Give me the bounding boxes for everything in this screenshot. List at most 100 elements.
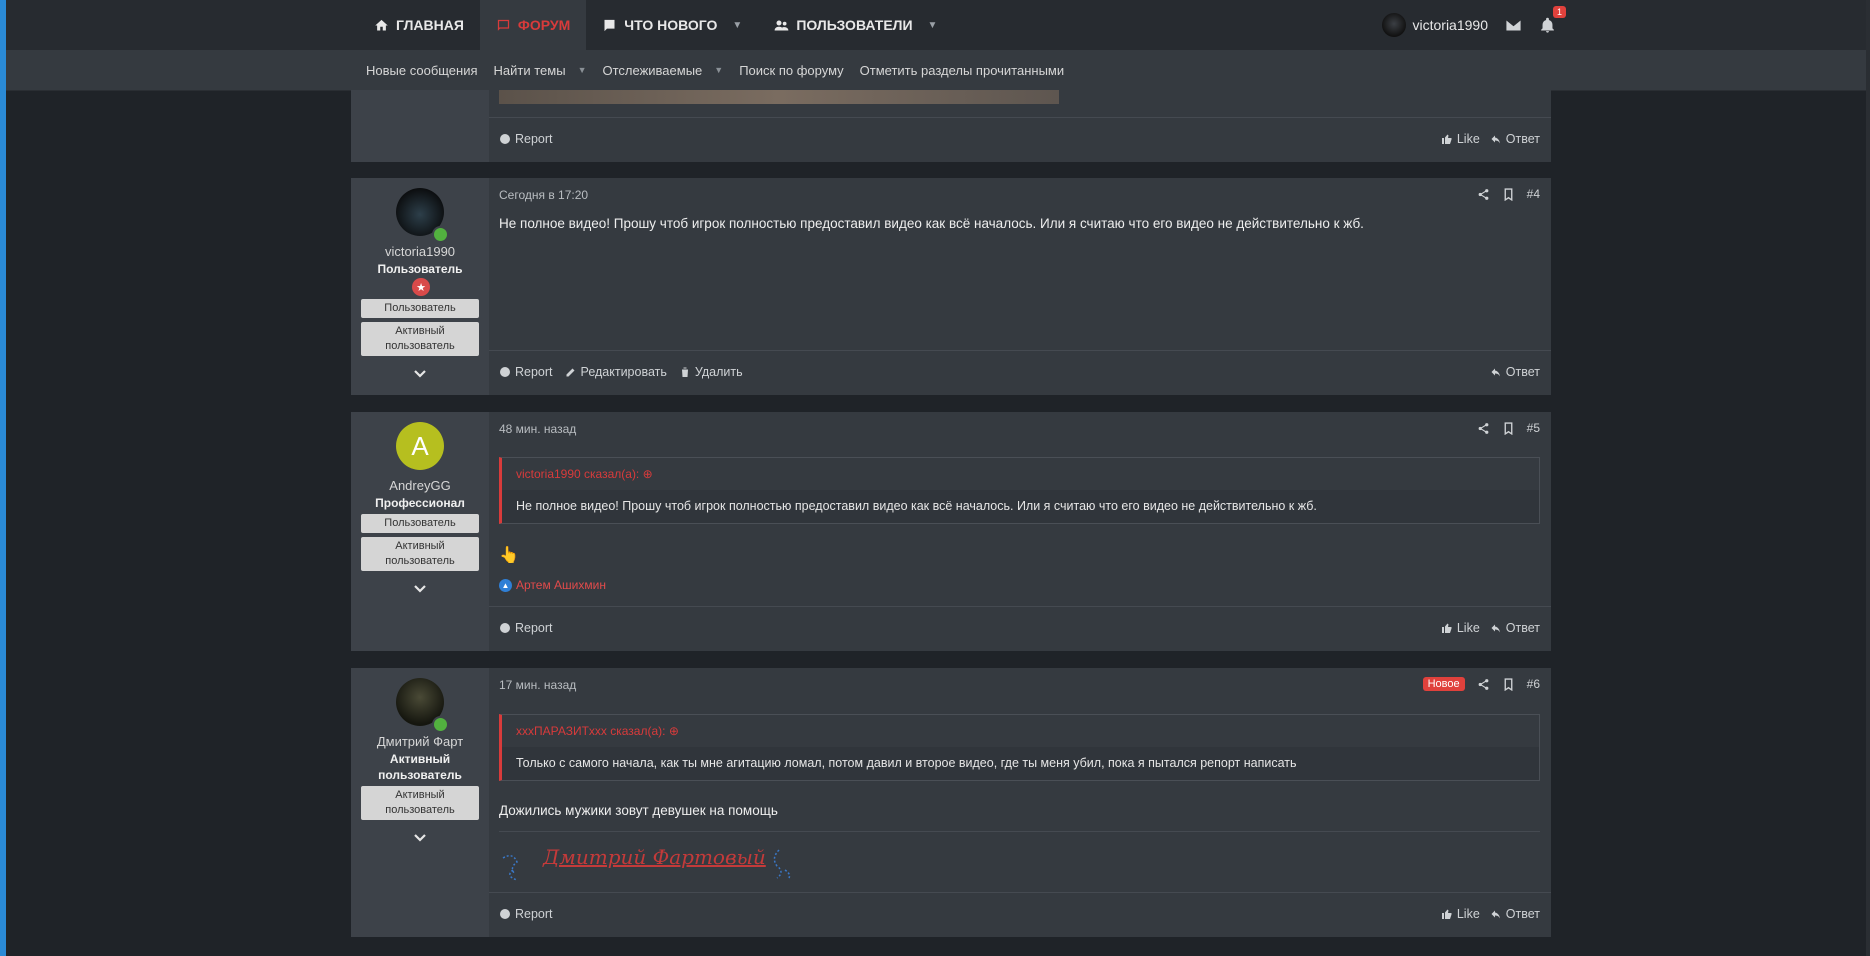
new-badge: Новое: [1422, 677, 1465, 691]
arrow-up-icon[interactable]: ⊕: [669, 724, 679, 738]
report-button[interactable]: Report: [499, 907, 553, 921]
share-icon[interactable]: [1477, 422, 1490, 435]
report-label: Report: [515, 365, 553, 379]
user-badge: Пользователь: [361, 299, 479, 318]
avatar[interactable]: A: [396, 422, 444, 470]
like-label: Like: [1456, 132, 1480, 146]
quote-author-label: victoria1990 сказал(а):: [516, 467, 640, 481]
like-button[interactable]: Like: [1441, 132, 1480, 146]
author-panel: Дмитрий Фарт Активный пользователь Актив…: [351, 668, 489, 937]
bookmark-icon[interactable]: [1502, 677, 1515, 691]
alert-icon: [500, 367, 510, 377]
reply-button[interactable]: Ответ: [1490, 621, 1540, 635]
tab-forum[interactable]: ФОРУМ: [479, 0, 587, 50]
window-edge: [0, 0, 6, 956]
subnav-new-posts[interactable]: Новые сообщения: [358, 63, 486, 78]
author-title: Пользователь: [377, 262, 463, 276]
scrollbar[interactable]: [1866, 0, 1870, 956]
chevron-down-icon[interactable]: ▼: [714, 65, 723, 75]
share-icon[interactable]: [1477, 678, 1490, 691]
alert-icon: [500, 909, 510, 919]
share-icon[interactable]: [1477, 188, 1490, 201]
avatar: [1381, 13, 1406, 37]
post-date[interactable]: 17 мин. назад: [499, 678, 576, 692]
user-badge: Пользователь: [361, 514, 479, 533]
news-icon: [604, 19, 615, 31]
subnav-mark-read[interactable]: Отметить разделы прочитанными: [852, 63, 1072, 78]
quote-author[interactable]: xxxПАРАЗИТxxx сказал(а): ⊕: [502, 715, 1539, 747]
reply-icon: [1491, 910, 1500, 919]
report-button[interactable]: Report: [499, 132, 553, 146]
quote-block: victoria1990 сказал(а): ⊕ Не полное виде…: [499, 457, 1540, 524]
subnav-label: Новые сообщения: [366, 62, 478, 78]
reply-button[interactable]: Ответ: [1490, 132, 1540, 146]
report-label: Report: [515, 132, 553, 146]
alerts-button[interactable]: 1: [1538, 6, 1566, 34]
reply-button[interactable]: Ответ: [1490, 907, 1540, 921]
post-text: Дожились мужики зовут девушек на помощь: [499, 803, 778, 818]
like-summary[interactable]: ▲ Артем Ашихмин: [499, 578, 606, 592]
user-badge: Активный пользователь: [361, 322, 479, 356]
signature-text: Дмитрий Фартовый: [542, 845, 766, 869]
reply-label: Ответ: [1505, 907, 1540, 921]
expand-icon[interactable]: [412, 365, 428, 381]
trash-icon: [681, 367, 688, 377]
post-5: A AndreyGG Профессионал Пользователь Акт…: [351, 412, 1551, 651]
author-title: Профессионал: [375, 496, 465, 510]
quote-author[interactable]: victoria1990 сказал(а): ⊕: [502, 458, 1539, 490]
bookmark-icon[interactable]: [1502, 187, 1515, 201]
post-number[interactable]: #5: [1527, 421, 1540, 435]
tab-users[interactable]: ПОЛЬЗОВАТЕЛИ ▼: [758, 0, 953, 50]
author-username[interactable]: Дмитрий Фарт: [351, 734, 489, 749]
reply-label: Ответ: [1505, 132, 1540, 146]
bookmark-icon[interactable]: [1502, 421, 1515, 435]
subnav-label: Отметить разделы прочитанными: [859, 62, 1065, 78]
post-date[interactable]: 48 мин. назад: [499, 422, 576, 436]
chevron-down-icon[interactable]: ▼: [732, 20, 742, 31]
report-label: Report: [515, 621, 553, 635]
expand-icon[interactable]: [412, 829, 428, 845]
expand-icon[interactable]: [412, 580, 428, 596]
edit-button[interactable]: Редактировать: [565, 365, 667, 379]
tab-whats-new[interactable]: ЧТО НОВОГО ▼: [586, 0, 758, 50]
attachment-thumbnail[interactable]: [499, 90, 1059, 104]
reply-button[interactable]: Ответ: [1490, 365, 1540, 379]
post-emoji: 👆: [499, 547, 519, 564]
signature-image: Дмитрий Фартовый: [502, 845, 791, 881]
tab-whats-new-label: ЧТО НОВОГО: [624, 17, 718, 33]
report-button[interactable]: Report: [499, 621, 553, 635]
like-button[interactable]: Like: [1441, 621, 1480, 635]
delete-button[interactable]: Удалить: [679, 365, 743, 379]
subnav-watched[interactable]: Отслеживаемые ▼: [594, 63, 731, 78]
post-number[interactable]: #6: [1527, 677, 1540, 691]
like-label: Like: [1456, 907, 1480, 921]
author-username[interactable]: victoria1990: [351, 244, 489, 259]
post-date[interactable]: Сегодня в 17:20: [499, 188, 588, 202]
home-icon: [375, 19, 388, 30]
quote-text: Не полное видео! Прошу чтоб игрок полнос…: [516, 499, 1317, 513]
arrow-up-icon[interactable]: ⊕: [643, 467, 653, 481]
tab-home-label: ГЛАВНАЯ: [396, 17, 464, 33]
subnav-label: Поиск по форуму: [739, 62, 844, 78]
forum-icon: [497, 19, 510, 31]
liked-by[interactable]: Артем Ашихмин: [516, 578, 606, 592]
like-button[interactable]: Like: [1441, 907, 1480, 921]
post-number[interactable]: #4: [1527, 187, 1540, 201]
inbox-button[interactable]: [1504, 16, 1522, 34]
account-menu[interactable]: victoria1990: [1381, 13, 1488, 37]
subnav-search[interactable]: Поиск по форуму: [731, 63, 851, 78]
subnav-find-threads[interactable]: Найти темы ▼: [486, 63, 595, 78]
alert-icon: [500, 134, 510, 144]
tab-home[interactable]: ГЛАВНАЯ: [358, 0, 480, 50]
user-badge: Активный пользователь: [361, 537, 479, 571]
thumbs-up-icon: [1441, 909, 1452, 919]
chevron-down-icon[interactable]: ▼: [928, 20, 938, 31]
signature: Дмитрий Фартовый: [499, 840, 799, 893]
author-title: Активный пользователь: [378, 752, 462, 782]
report-button[interactable]: Report: [499, 365, 553, 379]
reply-label: Ответ: [1505, 621, 1540, 635]
author-panel: victoria1990 Пользователь ★ Пользователь…: [351, 178, 489, 395]
top-navigation: ГЛАВНАЯ ФОРУМ ЧТО НОВОГО ▼ ПОЛЬЗОВАТЕЛИ …: [6, 0, 1866, 50]
author-username[interactable]: AndreyGG: [351, 478, 489, 493]
chevron-down-icon[interactable]: ▼: [578, 65, 587, 75]
